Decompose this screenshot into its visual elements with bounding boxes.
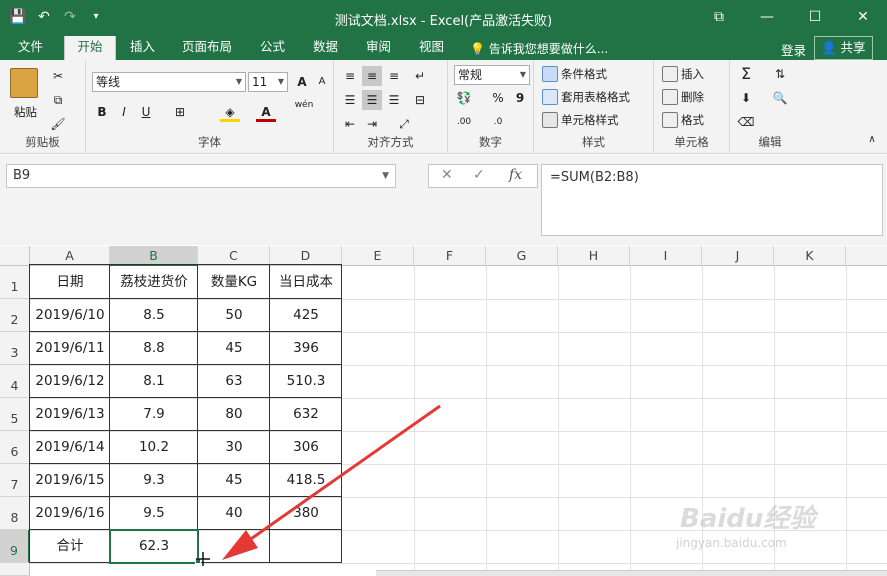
arrow-shaft [237,404,441,550]
baidu-watermark-url: jingyan.baidu.com [676,536,787,550]
baidu-watermark: Baidu经验 [680,504,816,534]
arrow-head [222,530,258,560]
horizontal-scrollbar[interactable] [376,570,887,576]
annotation-arrow [196,404,441,566]
